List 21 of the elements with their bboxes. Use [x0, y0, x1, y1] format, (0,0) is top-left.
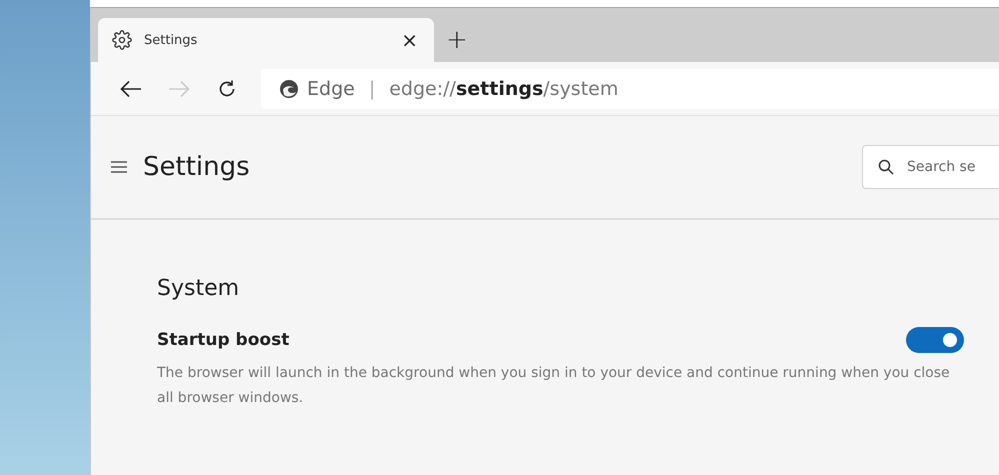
search-field[interactable]: Search se — [862, 145, 999, 189]
address-bar[interactable]: Edge | edge://settings/system — [261, 68, 999, 108]
tab-title: Settings — [144, 32, 198, 48]
settings-icon — [112, 30, 132, 50]
new-tab-button[interactable]: + — [434, 18, 480, 62]
forward-arrow-icon — [168, 80, 190, 98]
separator: | — [368, 78, 376, 100]
url-text: edge://settings/system — [389, 78, 618, 100]
close-tab-button[interactable]: × — [397, 28, 422, 52]
setting-label: Startup boost — [157, 330, 290, 350]
refresh-icon — [217, 78, 237, 98]
setting-description: The browser will launch in the background when you sign in to your device and continue running when you close all browser windows. — [157, 364, 951, 408]
section-title: System — [157, 276, 240, 301]
back-arrow-icon — [120, 80, 142, 98]
page-title: Settings — [143, 152, 251, 182]
browser-tab[interactable]: Settings × — [98, 18, 434, 62]
toggle-switch[interactable] — [906, 327, 964, 353]
browser-logo-icon — [279, 78, 299, 98]
menu-icon[interactable] — [111, 161, 127, 173]
search-icon — [878, 159, 894, 175]
site-name: Edge — [307, 78, 355, 100]
